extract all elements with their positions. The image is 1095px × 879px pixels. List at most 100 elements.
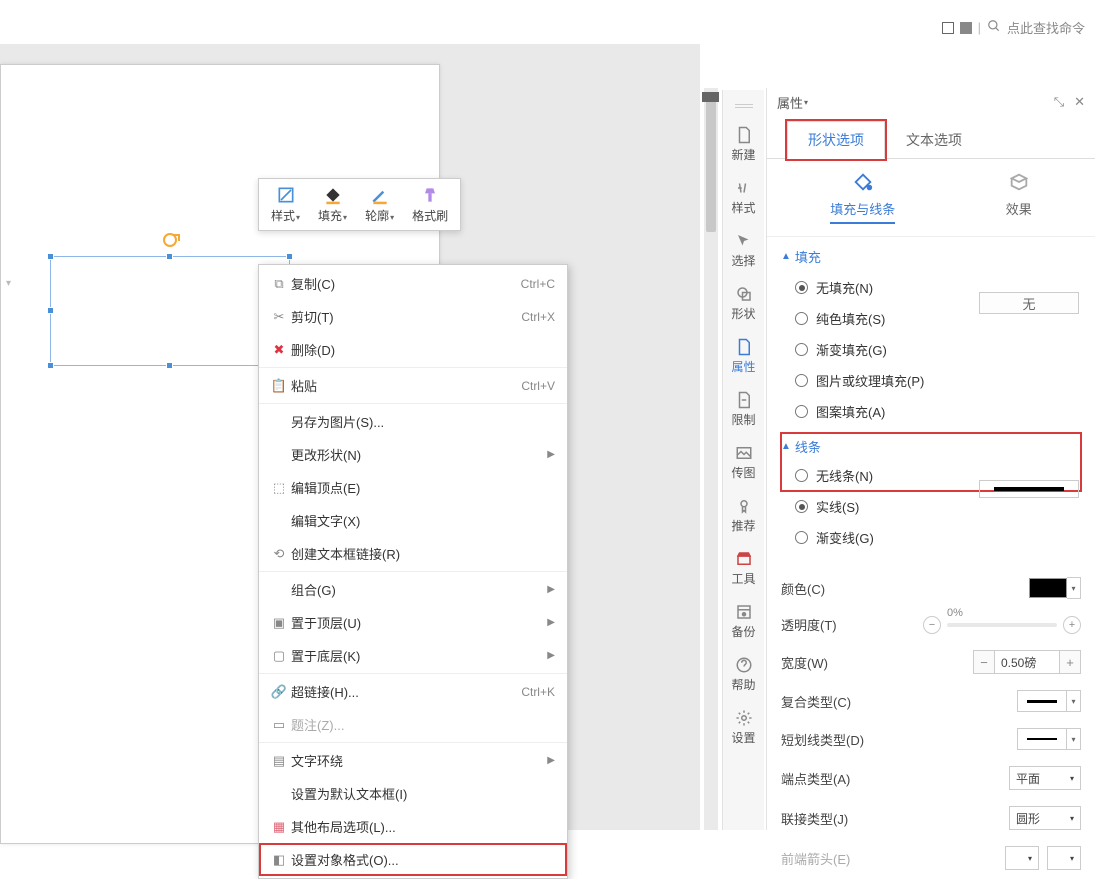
menu-paste[interactable]: 📋粘贴Ctrl+V — [259, 369, 567, 402]
outline-button[interactable]: 轮廓▾ — [357, 183, 402, 226]
prop-dash: 短划线类型(D) ▾ — [767, 720, 1095, 758]
line-preview[interactable] — [979, 480, 1079, 498]
vitem-backup[interactable]: 备份 — [723, 599, 764, 644]
restore-icon[interactable]: ⤡ — [1054, 94, 1064, 110]
menu-text-wrap[interactable]: ▤文字环绕▶ — [259, 744, 567, 777]
context-menu: ⧉复制(C)Ctrl+C ✂剪切(T)Ctrl+X ✖删除(D) 📋粘贴Ctrl… — [258, 264, 568, 879]
tab-text-options[interactable]: 文本选项 — [885, 121, 983, 159]
style-button[interactable]: 样式▾ — [263, 183, 308, 226]
tab-shape-options[interactable]: 形状选项 — [787, 121, 885, 159]
resize-handle[interactable] — [166, 362, 173, 369]
link-icon: ⟲ — [267, 546, 291, 562]
vitem-tools[interactable]: 工具 — [723, 546, 764, 591]
search-icon — [987, 19, 1001, 36]
section-fill-header[interactable]: ▲填充 — [781, 243, 1081, 270]
comment-icon: ▭ — [267, 717, 291, 733]
prop-cap: 端点类型(A) 平面▾ — [767, 758, 1095, 798]
subtab-effect[interactable]: 效果 — [1006, 171, 1032, 224]
vitem-select[interactable]: 选择 — [723, 228, 764, 273]
prop-transparency: 透明度(T) − 0% + — [767, 607, 1095, 642]
vitem-property[interactable]: 属性 — [723, 334, 764, 379]
increase-button[interactable]: + — [1063, 616, 1081, 634]
menu-other-layout[interactable]: ▦其他布局选项(L)... — [259, 810, 567, 843]
resize-handle[interactable] — [47, 362, 54, 369]
vitem-new[interactable]: 新建 — [723, 122, 764, 167]
copy-icon: ⧉ — [267, 276, 291, 292]
vitem-image[interactable]: 传图 — [723, 440, 764, 485]
scrollbar-thumb[interactable] — [706, 92, 716, 232]
menu-save-as-pic[interactable]: 另存为图片(S)... — [259, 405, 567, 438]
selected-shape[interactable] — [50, 256, 290, 366]
color-picker[interactable]: ▾ — [1029, 577, 1081, 599]
fill-gradient-radio[interactable]: 渐变填充(G) — [781, 334, 1081, 365]
prop-arrow-begin: 前端箭头(E) ▾▾ — [767, 838, 1095, 878]
resize-handle[interactable] — [47, 307, 54, 314]
increase-button[interactable]: + — [1059, 650, 1081, 674]
command-search[interactable]: | 点此查找命令 — [942, 18, 1085, 37]
transparency-slider[interactable]: − 0% + — [923, 616, 1081, 634]
layout-fill-icon[interactable] — [960, 22, 972, 34]
width-value[interactable]: 0.50磅 — [995, 650, 1059, 674]
menu-default-textbox[interactable]: 设置为默认文本框(I) — [259, 777, 567, 810]
line-gradient-radio[interactable]: 渐变线(G) — [781, 522, 1081, 553]
gutter-caret-icon[interactable]: ▾ — [6, 278, 11, 289]
prop-join: 联接类型(J) 圆形▾ — [767, 798, 1095, 838]
subtab-fill-line[interactable]: 填充与线条 — [830, 171, 895, 224]
menu-cut[interactable]: ✂剪切(T)Ctrl+X — [259, 300, 567, 333]
resize-handle[interactable] — [166, 253, 173, 260]
close-icon[interactable]: ✕ — [1074, 94, 1085, 110]
vitem-limit[interactable]: 限制 — [723, 387, 764, 432]
effect-icon — [1008, 171, 1030, 193]
hyperlink-icon: 🔗 — [267, 684, 291, 700]
decrease-button[interactable]: − — [923, 616, 941, 634]
arrow-begin-size-select: ▾ — [1047, 846, 1081, 870]
arrow-begin-select: ▾ — [1005, 846, 1039, 870]
menu-hyperlink[interactable]: 🔗超链接(H)...Ctrl+K — [259, 675, 567, 708]
menu-edit-points[interactable]: ⬚编辑顶点(E) — [259, 471, 567, 504]
section-line-header[interactable]: ▲线条 — [781, 433, 1081, 460]
format-painter-button[interactable]: 格式刷 — [404, 183, 456, 226]
menu-edit-text[interactable]: 编辑文字(X) — [259, 504, 567, 537]
dash-select[interactable]: ▾ — [1017, 728, 1081, 750]
prop-width: 宽度(W) − 0.50磅 + — [767, 642, 1095, 682]
resize-handle[interactable] — [286, 253, 293, 260]
cut-icon: ✂ — [267, 309, 291, 325]
fill-picture-radio[interactable]: 图片或纹理填充(P) — [781, 365, 1081, 396]
rotate-handle[interactable] — [163, 233, 177, 247]
layout-icon[interactable] — [942, 22, 954, 34]
join-select[interactable]: 圆形▾ — [1009, 806, 1081, 830]
panel-toggle[interactable] — [702, 92, 719, 102]
vertical-scrollbar[interactable] — [704, 88, 718, 830]
fill-pattern-radio[interactable]: 图案填充(A) — [781, 396, 1081, 427]
vitem-settings[interactable]: 设置 — [723, 705, 764, 750]
panel-title: 属性 — [777, 93, 803, 112]
decrease-button[interactable]: − — [973, 650, 995, 674]
to-front-icon: ▣ — [267, 615, 291, 631]
menu-copy[interactable]: ⧉复制(C)Ctrl+C — [259, 267, 567, 300]
menu-group[interactable]: 组合(G)▶ — [259, 573, 567, 606]
edit-points-icon: ⬚ — [267, 480, 291, 496]
fill-none-button[interactable]: 无 — [979, 292, 1079, 314]
vitem-recommend[interactable]: 推荐 — [723, 493, 764, 538]
cap-select[interactable]: 平面▾ — [1009, 766, 1081, 790]
bucket-icon — [852, 171, 874, 193]
format-icon: ◧ — [267, 852, 291, 868]
compound-select[interactable]: ▾ — [1017, 690, 1081, 712]
menu-object-format[interactable]: ◧设置对象格式(O)... — [259, 843, 567, 876]
side-toolstrip: 新建 样式 选择 形状 属性 限制 传图 推荐 工具 备份 帮助 设置 — [722, 90, 764, 830]
document-canvas[interactable]: 样式▾ 填充▾ 轮廓▾ 格式刷 ⧉复制(C)Ctrl+C ✂剪切(T)Ctrl+… — [0, 44, 700, 830]
menu-create-textbox-link[interactable]: ⟲创建文本框链接(R) — [259, 537, 567, 570]
fill-button[interactable]: 填充▾ — [310, 183, 355, 226]
delete-icon: ✖ — [267, 342, 291, 358]
menu-delete[interactable]: ✖删除(D) — [259, 333, 567, 366]
drag-handle[interactable] — [735, 104, 753, 108]
to-back-icon: ▢ — [267, 648, 291, 664]
width-stepper[interactable]: − 0.50磅 + — [973, 650, 1081, 674]
resize-handle[interactable] — [47, 253, 54, 260]
vitem-help[interactable]: 帮助 — [723, 652, 764, 697]
vitem-style[interactable]: 样式 — [723, 175, 764, 220]
menu-to-back[interactable]: ▢置于底层(K)▶ — [259, 639, 567, 672]
menu-change-shape[interactable]: 更改形状(N)▶ — [259, 438, 567, 471]
menu-to-front[interactable]: ▣置于顶层(U)▶ — [259, 606, 567, 639]
vitem-shape[interactable]: 形状 — [723, 281, 764, 326]
